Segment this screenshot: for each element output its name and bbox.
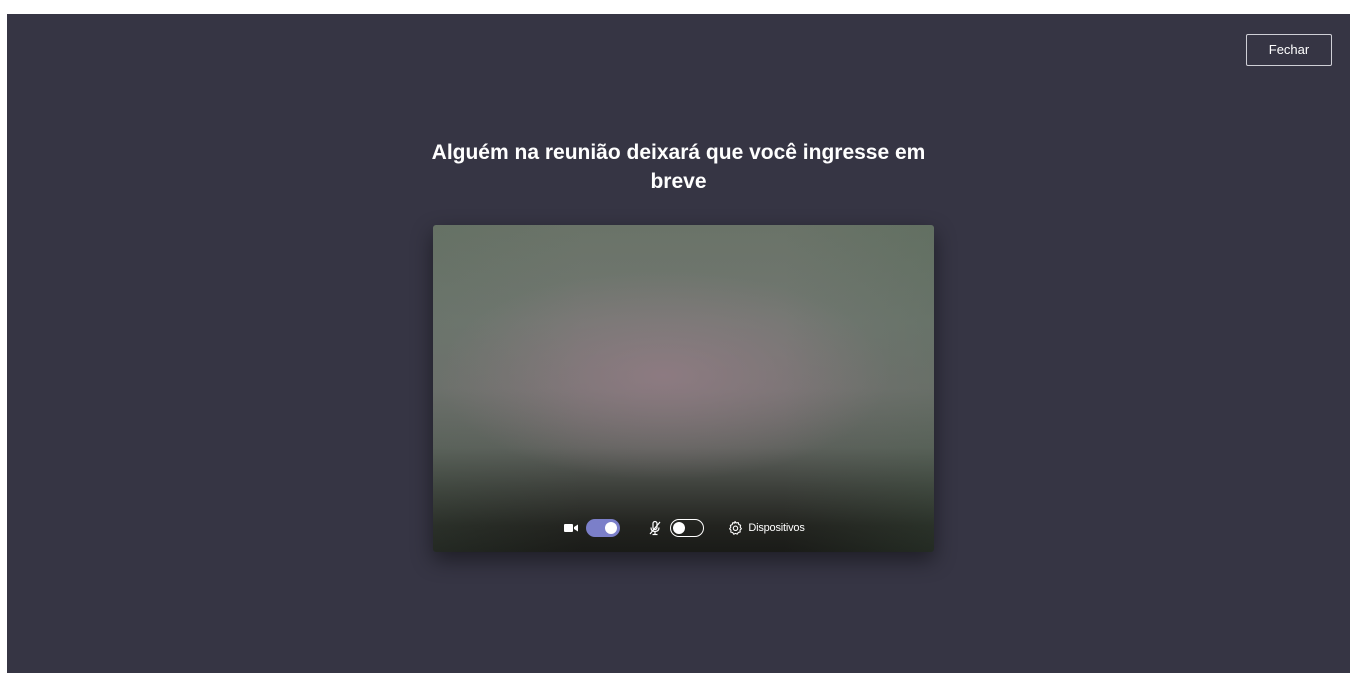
microphone-toggle-knob — [673, 521, 686, 534]
camera-toggle-knob — [605, 522, 618, 534]
camera-toggle[interactable] — [586, 519, 621, 537]
video-preview: Dispositivos — [433, 225, 934, 552]
microphone-control — [646, 519, 705, 537]
microphone-toggle[interactable] — [670, 519, 705, 537]
microphone-off-icon — [646, 519, 664, 537]
lobby-screen: Fechar Alguém na reunião deixará que voc… — [7, 14, 1350, 673]
video-camera-icon — [562, 519, 580, 537]
gear-icon — [726, 519, 744, 537]
preview-controls: Dispositivos — [433, 514, 934, 542]
devices-button[interactable]: Dispositivos — [726, 519, 805, 537]
lobby-message: Alguém na reunião deixará que você ingre… — [431, 141, 926, 193]
devices-label: Dispositivos — [748, 522, 805, 534]
close-button[interactable]: Fechar — [1246, 34, 1332, 66]
camera-control — [562, 519, 621, 537]
